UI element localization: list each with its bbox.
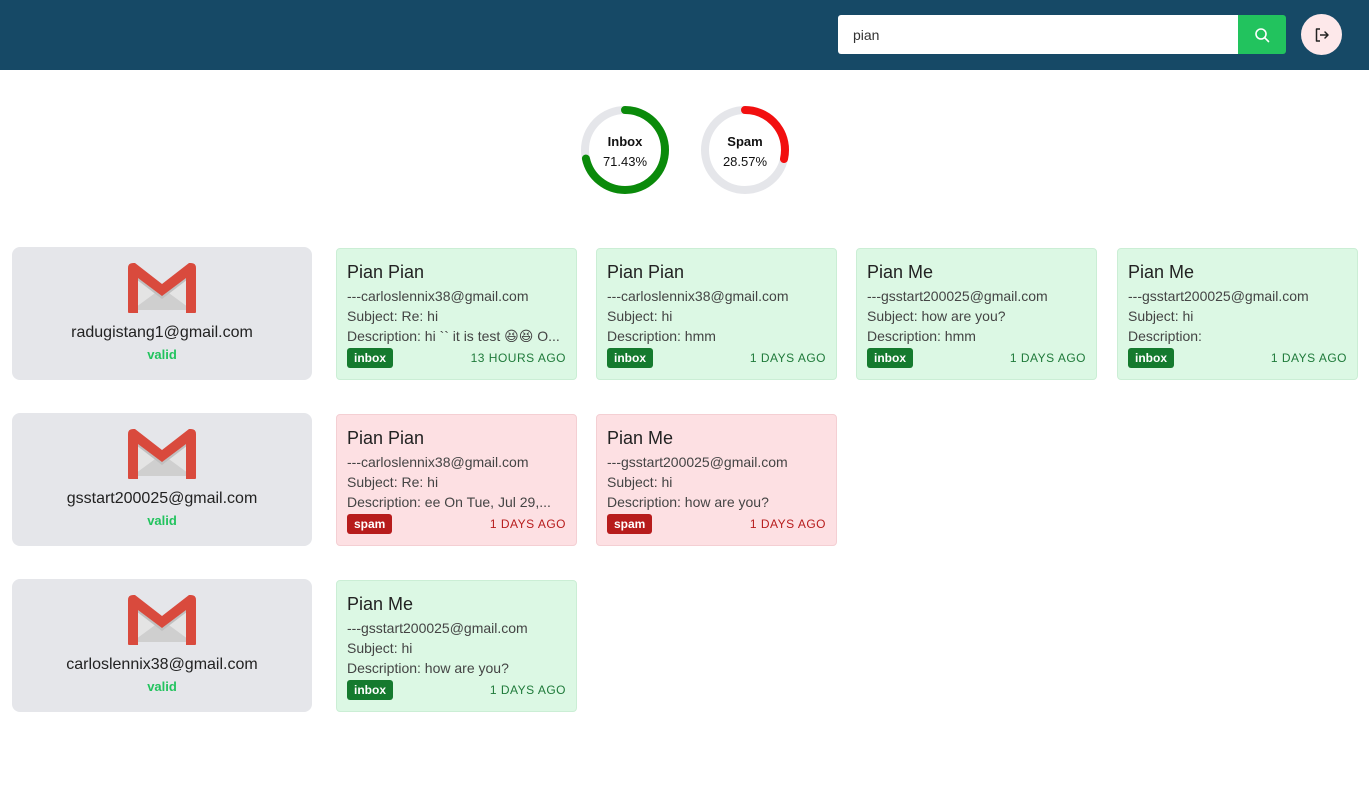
search-icon xyxy=(1255,27,1270,42)
account-email: radugistang1@gmail.com xyxy=(71,324,253,341)
mail-sender: Pian Me xyxy=(1128,262,1195,282)
spam-stat: Spam 28.57% xyxy=(699,104,791,196)
label-badge: inbox xyxy=(347,348,393,368)
label-badge: spam xyxy=(607,514,653,534)
stat-label: Inbox xyxy=(607,134,643,149)
mail-from: ---carloslennix38@gmail.com xyxy=(347,288,529,304)
mail-footer: spam 1 DAYS AGO xyxy=(347,514,566,534)
label-badge: inbox xyxy=(607,348,653,368)
search-button[interactable] xyxy=(1238,15,1286,54)
label-badge: spam xyxy=(347,514,393,534)
mail-subject: Subject: hi xyxy=(607,308,673,324)
mail-from: ---carloslennix38@gmail.com xyxy=(607,288,789,304)
mail-from: ---carloslennix38@gmail.com xyxy=(347,454,529,470)
mail-time: 1 DAYS AGO xyxy=(489,683,566,697)
account-email: carloslennix38@gmail.com xyxy=(66,656,258,673)
mail-footer: inbox 1 DAYS AGO xyxy=(1128,348,1347,368)
mail-time: 13 HOURS AGO xyxy=(470,351,566,365)
account-card[interactable]: gsstart200025@gmail.com valid xyxy=(12,413,312,546)
mail-subject: Subject: hi xyxy=(607,474,673,490)
account-card[interactable]: radugistang1@gmail.com valid xyxy=(12,247,312,380)
mail-footer: inbox 1 DAYS AGO xyxy=(347,680,566,700)
mail-footer: spam 1 DAYS AGO xyxy=(607,514,826,534)
stat-value: 71.43% xyxy=(602,154,648,169)
top-bar xyxy=(0,0,1369,70)
mail-time: 1 DAYS AGO xyxy=(1009,351,1086,365)
mail-from: ---gsstart200025@gmail.com xyxy=(867,288,1048,304)
gmail-logo-icon xyxy=(128,428,196,485)
mail-footer: inbox 1 DAYS AGO xyxy=(607,348,826,368)
mail-footer: inbox 13 HOURS AGO xyxy=(347,348,566,368)
mail-subject: Subject: how are you? xyxy=(867,308,1006,324)
account-email: gsstart200025@gmail.com xyxy=(66,490,258,507)
mail-sender: Pian Me xyxy=(607,428,674,448)
mail-sender: Pian Me xyxy=(867,262,934,282)
logout-button[interactable] xyxy=(1301,14,1342,55)
mail-from: ---gsstart200025@gmail.com xyxy=(347,620,528,636)
mail-description: Description: hi `` it is test 😆😆 O... xyxy=(347,328,560,344)
mail-description: Description: how are you? xyxy=(347,660,509,676)
inbox-stat: Inbox 71.43% xyxy=(579,104,671,196)
mail-card[interactable]: Pian Me ---gsstart200025@gmail.com Subject… xyxy=(336,580,577,712)
mail-time: 1 DAYS AGO xyxy=(749,517,826,531)
mail-card[interactable]: Pian Pian ---carloslennix38@gmail.com Subj… xyxy=(596,248,837,380)
mail-sender: Pian Pian xyxy=(347,262,425,282)
mail-subject: Subject: hi xyxy=(347,640,413,656)
label-badge: inbox xyxy=(1128,348,1174,368)
mail-card[interactable]: Pian Me ---gsstart200025@gmail.com Subject… xyxy=(1117,248,1358,380)
mail-card[interactable]: Pian Me ---gsstart200025@gmail.com Subject… xyxy=(596,414,837,546)
mail-description: Description: hmm xyxy=(867,328,976,344)
mail-description: Description: ee On Tue, Jul 29,... xyxy=(347,494,551,510)
mail-time: 1 DAYS AGO xyxy=(749,351,826,365)
mail-from: ---gsstart200025@gmail.com xyxy=(607,454,788,470)
mail-description: Description: xyxy=(1128,328,1202,344)
mail-card[interactable]: Pian Pian ---carloslennix38@gmail.com Subj… xyxy=(336,414,577,546)
gmail-logo-icon xyxy=(128,594,196,651)
mail-time: 1 DAYS AGO xyxy=(1270,351,1347,365)
mail-sender: Pian Pian xyxy=(347,428,425,448)
label-badge: inbox xyxy=(347,680,393,700)
mail-footer: inbox 1 DAYS AGO xyxy=(867,348,1086,368)
label-badge: inbox xyxy=(867,348,913,368)
mail-sender: Pian Pian xyxy=(607,262,685,282)
mail-subject: Subject: Re: hi xyxy=(347,474,439,490)
mail-card[interactable]: Pian Me ---gsstart200025@gmail.com Subject… xyxy=(856,248,1097,380)
mail-card[interactable]: Pian Pian ---carloslennix38@gmail.com Subj… xyxy=(336,248,577,380)
search-input[interactable] xyxy=(838,15,1238,54)
mail-subject: Subject: Re: hi xyxy=(347,308,439,324)
gmail-logo-icon xyxy=(128,262,196,319)
mail-description: Description: how are you? xyxy=(607,494,769,510)
account-status: valid xyxy=(147,347,177,362)
mail-from: ---gsstart200025@gmail.com xyxy=(1128,288,1309,304)
logout-icon xyxy=(1315,27,1329,42)
mail-sender: Pian Me xyxy=(347,594,414,614)
account-status: valid xyxy=(147,679,177,694)
mail-time: 1 DAYS AGO xyxy=(489,517,566,531)
mail-subject: Subject: hi xyxy=(1128,308,1194,324)
stat-label: Spam xyxy=(727,134,763,149)
stat-value: 28.57% xyxy=(722,154,768,169)
account-status: valid xyxy=(147,513,177,528)
mail-description: Description: hmm xyxy=(607,328,716,344)
account-card[interactable]: carloslennix38@gmail.com valid xyxy=(12,579,312,712)
